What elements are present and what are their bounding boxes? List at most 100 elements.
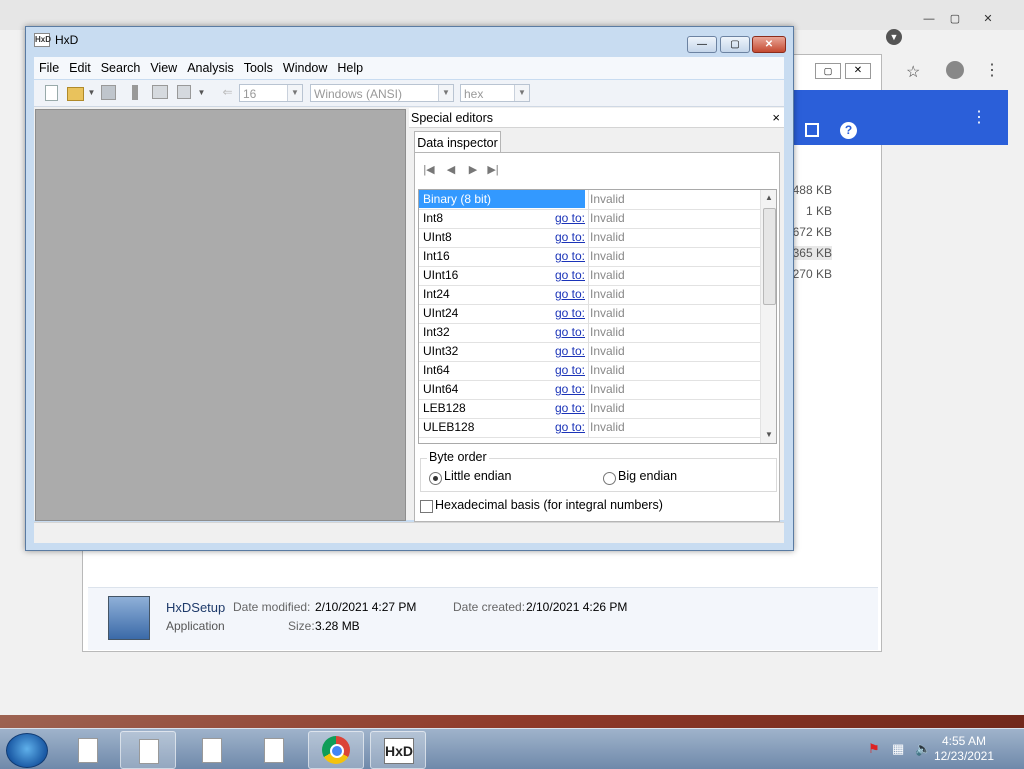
more-options-icon[interactable]: ⋮ — [971, 107, 987, 127]
window-title: HxD — [55, 33, 79, 47]
big-endian-label[interactable]: Big endian — [618, 469, 677, 483]
start-orb-icon[interactable] — [6, 733, 48, 768]
previous-icon[interactable]: ◀ — [443, 163, 459, 177]
taskbar-file-2[interactable] — [120, 731, 176, 769]
installer-icon — [108, 596, 150, 640]
menu-tools[interactable]: Tools — [239, 61, 278, 75]
go-to-link[interactable]: go to: — [551, 418, 585, 436]
menu-help[interactable]: Help — [332, 61, 368, 75]
last-icon[interactable]: ▶| — [485, 163, 501, 177]
inspector-row[interactable]: UInt8 go to: Invalid — [419, 228, 760, 248]
menu-kebab-icon[interactable]: ⋮ — [984, 60, 1000, 80]
inspector-row-value: Invalid — [590, 306, 625, 320]
inspector-row[interactable]: UInt16 go to: Invalid — [419, 266, 760, 286]
panel-icon[interactable] — [805, 123, 819, 137]
go-to-link[interactable]: go to: — [551, 399, 585, 417]
back-arrow-icon[interactable]: ⇐ — [220, 85, 235, 100]
bytes-per-row-select[interactable]: 16 ▼ — [239, 84, 303, 102]
little-endian-label[interactable]: Little endian — [444, 469, 511, 483]
explorer-maximize-button[interactable]: ▢ — [815, 63, 841, 79]
file-icon — [139, 739, 159, 764]
go-to-link[interactable]: go to: — [551, 247, 585, 265]
flag-icon[interactable]: ⚑ — [868, 741, 880, 757]
date-modified-value: 2/10/2021 4:27 PM — [315, 600, 417, 614]
save-icon[interactable] — [101, 85, 116, 100]
hex-basis-checkbox[interactable] — [420, 500, 433, 513]
go-to-link[interactable]: go to: — [551, 342, 585, 360]
go-to-link[interactable]: go to: — [551, 285, 585, 303]
inspector-row[interactable]: Int64 go to: Invalid — [419, 361, 760, 381]
go-to-link[interactable]: go to: — [551, 380, 585, 398]
next-icon[interactable]: ▶ — [465, 163, 481, 177]
big-endian-radio[interactable] — [603, 472, 616, 485]
inspector-row[interactable]: ULEB128 go to: Invalid — [419, 418, 760, 438]
special-editors-title: Special editors — [411, 111, 493, 125]
open-folder-icon[interactable] — [67, 87, 84, 101]
tab-data-inspector[interactable]: Data inspector — [414, 131, 501, 154]
go-to-link[interactable]: go to: — [551, 361, 585, 379]
menu-search[interactable]: Search — [96, 61, 146, 75]
browser-minimize-button[interactable]: — — [916, 10, 942, 27]
close-file-icon[interactable] — [132, 85, 138, 100]
inspector-row[interactable]: UInt32 go to: Invalid — [419, 342, 760, 362]
menu-window[interactable]: Window — [278, 61, 332, 75]
scroll-down-icon[interactable]: ▼ — [761, 427, 776, 443]
properties-dropdown-icon[interactable]: ▼ — [194, 85, 209, 100]
properties-icon[interactable] — [177, 85, 191, 99]
menu-analysis[interactable]: Analysis — [182, 61, 239, 75]
taskbar-hxd[interactable]: HxD — [370, 731, 426, 769]
browser-close-button[interactable]: ✕ — [975, 10, 1001, 27]
size-value: 3.28 MB — [315, 619, 360, 633]
browser-maximize-button[interactable]: ▢ — [942, 10, 968, 27]
go-to-link[interactable]: go to: — [551, 304, 585, 322]
new-file-icon[interactable] — [45, 85, 58, 101]
date-created-label: Date created: — [453, 600, 526, 614]
go-to-link[interactable]: go to: — [551, 323, 585, 341]
hex-basis-label[interactable]: Hexadecimal basis (for integral numbers) — [435, 498, 663, 512]
taskbar-file-4[interactable] — [246, 731, 300, 767]
profile-dropdown-icon[interactable]: ▼ — [886, 29, 902, 45]
first-icon[interactable]: |◀ — [421, 163, 437, 177]
menu-file[interactable]: File — [34, 61, 64, 75]
clock[interactable]: 4:55 AM 12/23/2021 — [934, 734, 994, 764]
chrome-icon — [322, 736, 350, 764]
little-endian-radio[interactable] — [429, 472, 442, 485]
network-icon[interactable]: ▦ — [892, 741, 904, 757]
menu-edit[interactable]: Edit — [64, 61, 96, 75]
charset-select[interactable]: Windows (ANSI) ▼ — [310, 84, 454, 102]
inspector-row[interactable]: UInt64 go to: Invalid — [419, 380, 760, 400]
go-to-link[interactable]: go to: — [551, 266, 585, 284]
go-to-link[interactable]: go to: — [551, 228, 585, 246]
open-dropdown-icon[interactable]: ▼ — [84, 85, 99, 100]
taskbar-file-3[interactable] — [184, 731, 238, 767]
inspector-row[interactable]: Int16 go to: Invalid — [419, 247, 760, 267]
print-icon[interactable] — [152, 85, 168, 99]
bookmark-star-icon[interactable]: ☆ — [906, 62, 920, 82]
go-to-link[interactable]: go to: — [551, 209, 585, 227]
explorer-close-button[interactable]: ✕ — [845, 63, 871, 79]
taskbar-file-1[interactable] — [60, 731, 114, 767]
inspector-row[interactable]: Int8 go to: Invalid — [419, 209, 760, 229]
grid-scrollbar[interactable]: ▲ ▼ — [760, 190, 776, 443]
inspector-row[interactable]: Int24 go to: Invalid — [419, 285, 760, 305]
column-separator — [588, 285, 589, 304]
inspector-row[interactable]: LEB128 go to: Invalid — [419, 399, 760, 419]
hex-editor-area[interactable] — [35, 109, 406, 521]
minimize-button[interactable]: — — [687, 36, 717, 53]
column-separator — [588, 209, 589, 228]
help-icon[interactable]: ? — [840, 122, 857, 139]
close-icon[interactable]: × — [772, 108, 780, 128]
offset-base-value: hex — [464, 87, 484, 101]
scroll-thumb[interactable] — [763, 208, 776, 305]
speaker-icon[interactable]: 🔈 — [915, 741, 931, 757]
inspector-row[interactable]: Binary (8 bit) Invalid — [419, 190, 760, 210]
maximize-button[interactable]: ▢ — [720, 36, 750, 53]
menu-view[interactable]: View — [145, 61, 182, 75]
account-icon[interactable] — [946, 61, 964, 79]
scroll-up-icon[interactable]: ▲ — [761, 190, 776, 206]
offset-base-select[interactable]: hex ▼ — [460, 84, 530, 102]
close-button[interactable]: ✕ — [752, 36, 786, 53]
taskbar-chrome[interactable] — [308, 731, 364, 769]
inspector-row[interactable]: UInt24 go to: Invalid — [419, 304, 760, 324]
inspector-row[interactable]: Int32 go to: Invalid — [419, 323, 760, 343]
